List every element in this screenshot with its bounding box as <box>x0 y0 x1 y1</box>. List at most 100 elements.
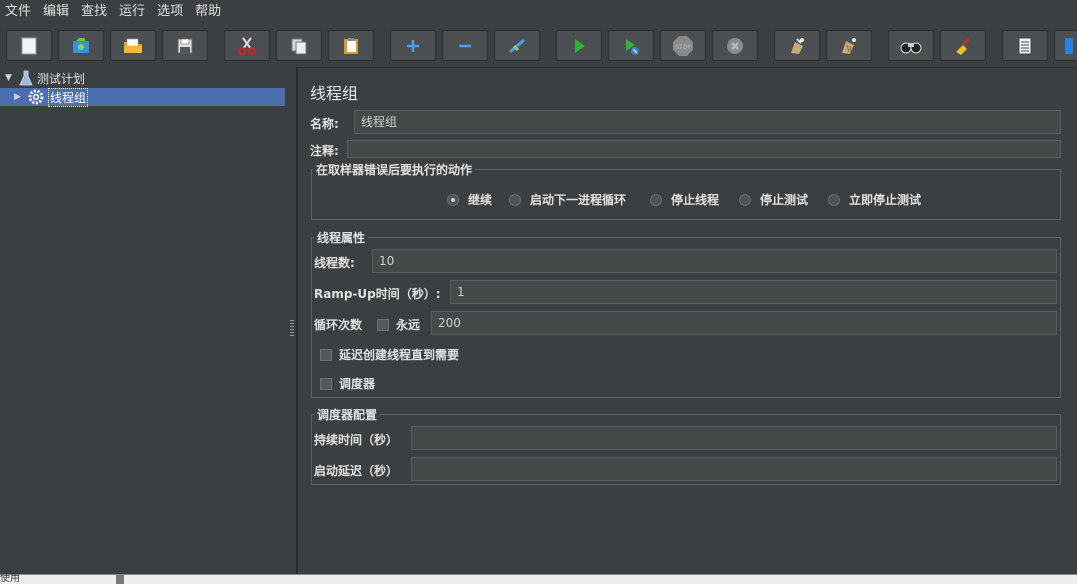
save-icon <box>177 38 193 53</box>
clear-all-icon <box>842 37 856 54</box>
scheduler-label: 调度器 <box>339 377 376 391</box>
gear-icon <box>28 89 44 105</box>
menu-run[interactable]: 运行 <box>113 0 151 24</box>
rampup-label: Ramp-Up时间（秒）: <box>314 287 441 301</box>
tree-collapsed-icon[interactable]: ▶ <box>14 92 25 102</box>
templates-button[interactable] <box>58 30 104 61</box>
cut-button[interactable] <box>224 30 270 61</box>
rampup-field[interactable]: 1 <box>450 280 1057 304</box>
divider-grip-icon[interactable] <box>290 320 294 338</box>
tree-pane <box>0 67 289 574</box>
reset-search-button[interactable] <box>940 30 986 61</box>
radio-stop-test-dot[interactable] <box>739 193 751 206</box>
save-button[interactable] <box>162 30 208 61</box>
clear-button[interactable] <box>774 30 820 61</box>
forever-checkbox-box[interactable] <box>377 318 389 331</box>
radio-next-loop-dot[interactable] <box>509 193 521 206</box>
paste-icon <box>344 37 358 54</box>
expand-icon <box>407 39 419 52</box>
scheduler-checkbox[interactable]: 调度器 <box>320 375 375 392</box>
menu-file[interactable]: 文件 <box>0 0 37 24</box>
collapse-button[interactable] <box>442 30 488 61</box>
start-button[interactable] <box>556 30 602 61</box>
menu-help[interactable]: 帮助 <box>189 0 227 24</box>
delay-label: 延迟创建线程直到需要 <box>339 348 460 362</box>
thread-properties-title: 线程属性 <box>314 229 369 246</box>
delay-thread-creation-checkbox[interactable]: 延迟创建线程直到需要 <box>320 346 459 363</box>
radio-stop-test-now-label: 立即停止测试 <box>849 193 922 207</box>
menu-edit[interactable]: 编辑 <box>37 0 75 24</box>
stop-button[interactable]: STOP <box>660 30 706 61</box>
help-icon <box>1065 37 1073 54</box>
radio-stop-test-now[interactable]: 立即停止测试 <box>828 191 921 208</box>
menu-options[interactable]: 选项 <box>151 0 189 24</box>
test-plan-icon <box>19 70 33 86</box>
tree-node-test-plan[interactable]: ▼ 测试计划 <box>5 69 85 87</box>
startup-delay-label: 启动延迟（秒） <box>314 464 399 478</box>
radio-stop-thread-dot[interactable] <box>650 193 662 206</box>
scheduler-config-title: 调度器配置 <box>314 406 381 423</box>
function-helper-icon <box>1018 37 1032 54</box>
tree-node-thread-group[interactable]: ▶ 线程组 <box>0 87 285 107</box>
copy-icon <box>291 38 307 54</box>
name-field[interactable]: 线程组 <box>354 110 1061 134</box>
menu-search[interactable]: 查找 <box>75 0 113 24</box>
scheduler-checkbox-box[interactable] <box>320 377 332 390</box>
radio-next-loop-label: 启动下一进程循环 <box>530 193 627 207</box>
duration-label: 持续时间（秒） <box>314 433 399 447</box>
tree-label-test-plan: 测试计划 <box>37 71 86 86</box>
startup-delay-field[interactable] <box>411 457 1057 481</box>
stop-icon: STOP <box>673 35 693 56</box>
status-indicator <box>116 575 124 584</box>
tree-expanded-icon[interactable]: ▼ <box>5 73 16 83</box>
comment-label: 注释: <box>310 144 339 158</box>
toggle-icon <box>509 38 525 53</box>
clear-all-button[interactable] <box>826 30 872 61</box>
collapse-icon <box>459 44 471 47</box>
search-button[interactable] <box>888 30 934 61</box>
start-icon <box>575 38 585 53</box>
templates-icon <box>73 37 89 53</box>
menu-bar: 文件 编辑 查找 运行 选项 帮助 <box>0 0 1077 24</box>
clear-icon <box>791 37 804 54</box>
radio-next-loop[interactable]: 启动下一进程循环 <box>509 191 626 208</box>
radio-stop-test[interactable]: 停止测试 <box>739 191 808 208</box>
function-helper-button[interactable] <box>1002 30 1048 61</box>
threads-field[interactable]: 10 <box>372 249 1057 273</box>
comment-field[interactable] <box>347 140 1061 158</box>
duration-field[interactable] <box>411 426 1057 450</box>
forever-checkbox[interactable]: 永远 <box>377 316 420 333</box>
shutdown-button[interactable] <box>712 30 758 61</box>
radio-stop-thread-label: 停止线程 <box>671 193 720 207</box>
tree-label-thread-group: 线程组 <box>48 87 89 107</box>
name-label: 名称: <box>310 117 339 131</box>
start-no-pause-icon <box>626 38 639 55</box>
start-no-pause-button[interactable] <box>608 30 654 61</box>
toggle-button[interactable] <box>494 30 540 61</box>
panel-title: 线程组 <box>310 84 359 103</box>
expand-button[interactable] <box>390 30 436 61</box>
radio-stop-thread[interactable]: 停止线程 <box>650 191 719 208</box>
loop-count-field[interactable]: 200 <box>431 311 1057 335</box>
stop-icon-text: STOP <box>675 44 691 51</box>
delay-checkbox-box[interactable] <box>320 348 332 361</box>
reset-search-icon <box>956 37 970 55</box>
open-icon <box>124 38 142 53</box>
forever-label: 永远 <box>396 318 421 332</box>
radio-continue[interactable]: 继续 <box>447 191 492 208</box>
copy-button[interactable] <box>276 30 322 61</box>
error-action-title: 在取样器错误后要执行的动作 <box>313 161 476 178</box>
threads-label: 线程数: <box>314 256 355 270</box>
loop-label: 循环次数 <box>314 318 363 332</box>
new-button[interactable] <box>6 30 52 61</box>
radio-stop-test-now-dot[interactable] <box>828 193 840 206</box>
open-button[interactable] <box>110 30 156 61</box>
cut-icon <box>238 36 256 55</box>
radio-continue-dot[interactable] <box>447 193 459 206</box>
search-icon <box>900 42 922 53</box>
paste-button[interactable] <box>328 30 374 61</box>
radio-stop-test-label: 停止测试 <box>760 193 809 207</box>
status-text: 使用 <box>0 574 20 584</box>
shutdown-icon <box>727 37 743 54</box>
help-button[interactable] <box>1054 30 1077 61</box>
